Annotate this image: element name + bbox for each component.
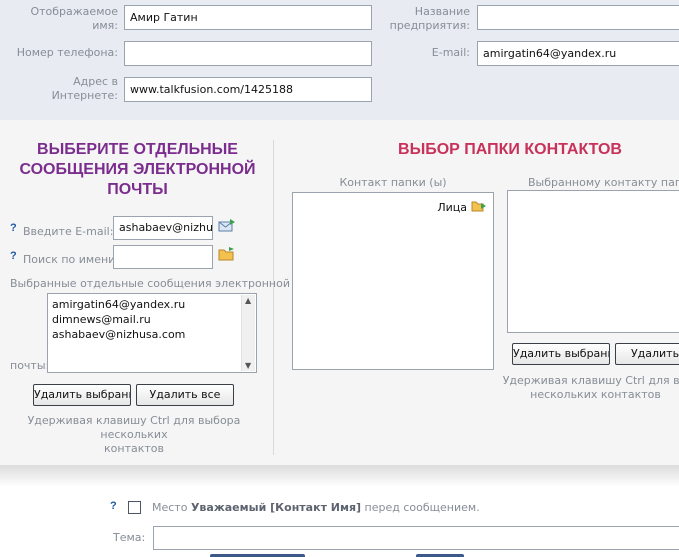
help-icon[interactable]: ? <box>110 500 117 512</box>
subject-label: Тема: <box>113 531 146 544</box>
individual-emails-title: ВЫБЕРИТЕ ОТДЕЛЬНЫЕ СООБЩЕНИЯ ЭЛЕКТРОННОЙ П… <box>19 141 256 198</box>
folders-list[interactable]: Лица <box>292 192 494 370</box>
enter-email-input[interactable]: ashabaev@nizhus <box>113 216 213 240</box>
help-icon[interactable]: ? <box>10 250 17 262</box>
salutation-checkbox[interactable] <box>128 501 141 514</box>
list-scrollbar[interactable]: ▲ ▼ <box>241 295 255 371</box>
folders-label: Контакт папки (ы) <box>339 176 447 189</box>
folder-name: Лица <box>437 201 467 214</box>
section-shadow <box>0 465 679 487</box>
scroll-down-icon[interactable]: ▼ <box>245 361 251 370</box>
website-label: Адрес в Интернете: <box>51 75 118 102</box>
company-label: Название предприятия: <box>389 5 470 32</box>
help-icon[interactable]: ? <box>10 222 17 234</box>
section-divider <box>273 140 274 455</box>
delete-all-button[interactable]: Удалить все <box>136 384 234 406</box>
salutation-label: Место Уважаемый [Контакт Имя] перед сооб… <box>152 501 480 514</box>
contact-details-form: Отображаемое имя: Амир Гатин Название пред… <box>0 0 679 120</box>
display-name-input[interactable]: Амир Гатин <box>124 5 372 30</box>
selected-folders-label: Выбранному контакту папки ( <box>528 176 679 189</box>
selected-folders-list[interactable] <box>507 190 679 333</box>
folder-arrow-icon[interactable] <box>471 199 487 216</box>
list-item[interactable]: dimnews@mail.ru <box>52 312 256 327</box>
delete-selected-folder-button[interactable]: Удалить выбранное <box>512 343 610 365</box>
company-input[interactable] <box>477 5 679 30</box>
selected-emails-list[interactable]: amirgatin64@yandex.ru dimnews@mail.ru as… <box>47 293 257 373</box>
delete-selected-button[interactable]: Удалить выбранное <box>33 384 131 406</box>
list-item[interactable]: Лица <box>437 199 487 216</box>
search-name-input[interactable] <box>113 245 213 269</box>
contact-folders-title: ВЫБОР ПАПКИ КОНТАКТОВ <box>398 141 622 158</box>
phone-label: Номер телефона: <box>16 46 118 59</box>
website-input[interactable]: www.talkfusion.com/1425188 <box>124 77 372 102</box>
enter-email-label: Введите E-mail: <box>23 225 114 238</box>
add-email-icon[interactable] <box>218 218 236 237</box>
scroll-up-icon[interactable]: ▲ <box>245 296 251 305</box>
subject-input[interactable] <box>153 526 679 550</box>
display-name-label: Отображаемое имя: <box>30 5 118 32</box>
phone-input[interactable] <box>124 41 372 66</box>
selected-emails-label: Выбранные отдельные сообщения электронно… <box>10 277 290 290</box>
ctrl-hint-right: Удерживая клавишу Ctrl для вы нескольких … <box>502 374 679 401</box>
list-item[interactable]: amirgatin64@yandex.ru <box>52 297 256 312</box>
folder-search-icon[interactable] <box>218 246 236 265</box>
ctrl-hint: Удерживая клавишу Ctrl для выбора нескол… <box>27 414 241 455</box>
email-input[interactable]: amirgatin64@yandex.ru <box>477 41 679 66</box>
email-label: E-mail: <box>431 46 470 59</box>
list-item[interactable]: ashabaev@nizhusa.com <box>52 327 256 342</box>
selected-emails-label-cont: почты: <box>10 359 50 372</box>
search-name-label: Поиск по имени: <box>23 253 120 266</box>
delete-folder-button[interactable]: Удалить <box>615 343 679 365</box>
